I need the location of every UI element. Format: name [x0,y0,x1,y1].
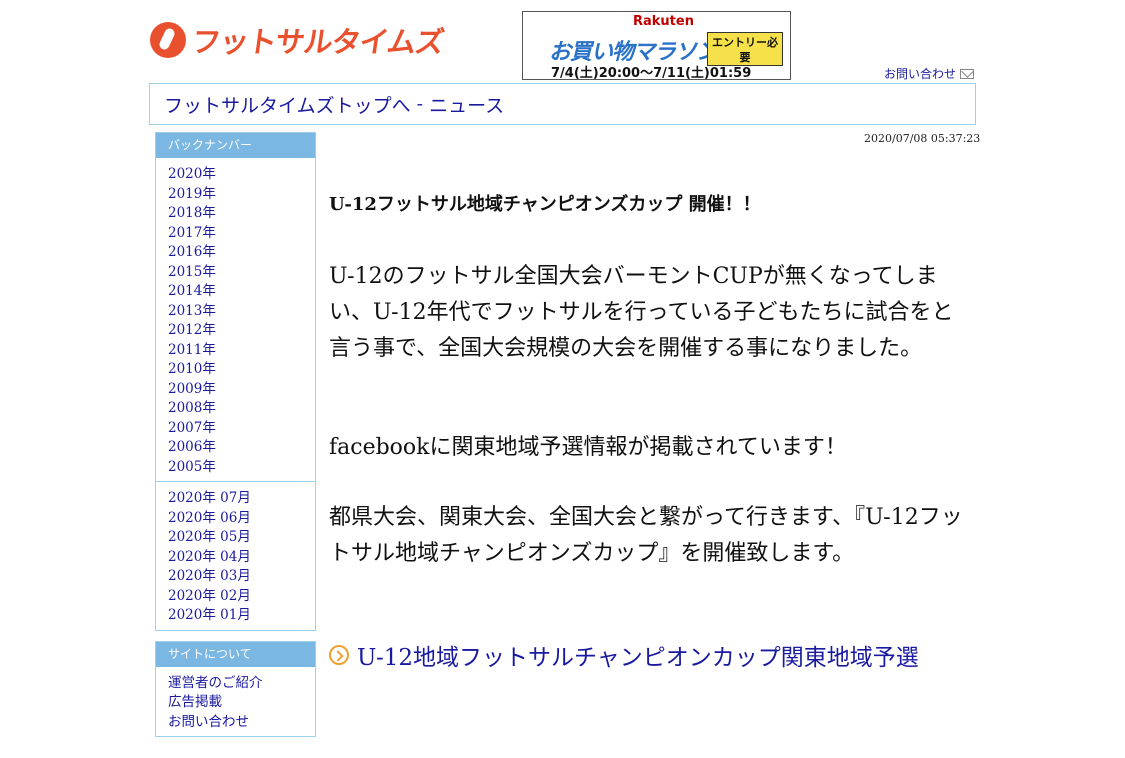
year-link[interactable]: 2009年 [168,380,315,400]
year-link[interactable]: 2010年 [168,360,315,380]
article-paragraph: U-12のフットサル全国大会バーモントCUPが無くなってしまい、U-12年代でフ… [329,264,954,361]
month-link[interactable]: 2020年 06月 [168,509,315,529]
backnumber-box: バックナンバー 2020年 2019年 2018年 2017年 2016年 20… [155,132,316,631]
about-box: サイトについて 運営者のご紹介 広告掲載 お問い合わせ [155,640,316,737]
month-link[interactable]: 2020年 03月 [168,567,315,587]
year-link[interactable]: 2013年 [168,302,315,322]
month-link[interactable]: 2020年 04月 [168,548,315,568]
article-paragraph: 都県大会、関東大会、全国大会と繋がって行きます、『U-12フットサル地域チャンピ… [329,505,963,566]
year-link[interactable]: 2018年 [168,204,315,224]
logo-text: フットサルタイムズ [189,25,446,59]
article-timestamp: 2020/07/08 05:37:23 [864,132,981,145]
banner-brand: Rakuten [633,14,694,29]
month-link[interactable]: 2020年 05月 [168,528,315,548]
year-link[interactable]: 2011年 [168,341,315,361]
arrow-right-circle-icon [329,645,349,665]
breadcrumb-home-link[interactable]: フットサルタイムズトップへ [164,91,411,118]
breadcrumb-news-link[interactable]: ニュース [429,91,504,118]
month-link[interactable]: 2020年 07月 [168,489,315,509]
month-link[interactable]: 2020年 02月 [168,587,315,607]
banner-badge: エントリー必要 [707,32,783,66]
futsal-ball-icon [150,22,186,58]
year-link[interactable]: 2019年 [168,185,315,205]
related-link-label: U-12地域フットサルチャンピオンカップ関東地域予選 [357,645,919,671]
year-link[interactable]: 2006年 [168,438,315,458]
year-link[interactable]: 2015年 [168,263,315,283]
year-link[interactable]: 2017年 [168,224,315,244]
breadcrumb-separator: - [410,93,430,115]
about-advertising-link[interactable]: 広告掲載 [168,693,315,713]
article-paragraph: facebookに関東地域予選情報が掲載されています！ [329,435,847,460]
about-list: 運営者のご紹介 広告掲載 お問い合わせ [156,667,315,737]
article-headline: U-12フットサル地域チャンピオンズカップ 開催！！ [329,194,761,215]
about-contact-link[interactable]: お問い合わせ [168,713,315,733]
sidebar: バックナンバー 2020年 2019年 2018年 2017年 2016年 20… [155,132,316,747]
mail-icon [960,68,975,79]
year-link[interactable]: 2008年 [168,399,315,419]
site-logo[interactable]: フットサルタイムズ [150,18,446,62]
year-list: 2020年 2019年 2018年 2017年 2016年 2015年 2014… [156,158,315,481]
breadcrumb: フットサルタイムズトップへ - ニュース [149,83,976,125]
month-list: 2020年 07月 2020年 06月 2020年 05月 2020年 04月 … [156,482,315,630]
month-link[interactable]: 2020年 01月 [168,606,315,626]
contact-link[interactable]: お問い合わせ [884,65,975,82]
year-link[interactable]: 2020年 [168,165,315,185]
year-link[interactable]: 2005年 [168,458,315,478]
about-operator-link[interactable]: 運営者のご紹介 [168,674,315,694]
year-link[interactable]: 2016年 [168,243,315,263]
backnumber-heading: バックナンバー [156,133,315,158]
banner-date: 7/4(土)20:00〜7/11(土)01:59 [551,66,752,80]
contact-link-label: お問い合わせ [884,67,957,81]
year-link[interactable]: 2014年 [168,282,315,302]
about-heading: サイトについて [156,641,315,667]
year-link[interactable]: 2007年 [168,419,315,439]
related-link[interactable]: U-12地域フットサルチャンピオンカップ関東地域予選 [329,638,919,672]
ad-banner[interactable]: Rakuten お買い物マラソン エントリー必要 7/4(土)20:00〜7/1… [522,11,791,80]
year-link[interactable]: 2012年 [168,321,315,341]
